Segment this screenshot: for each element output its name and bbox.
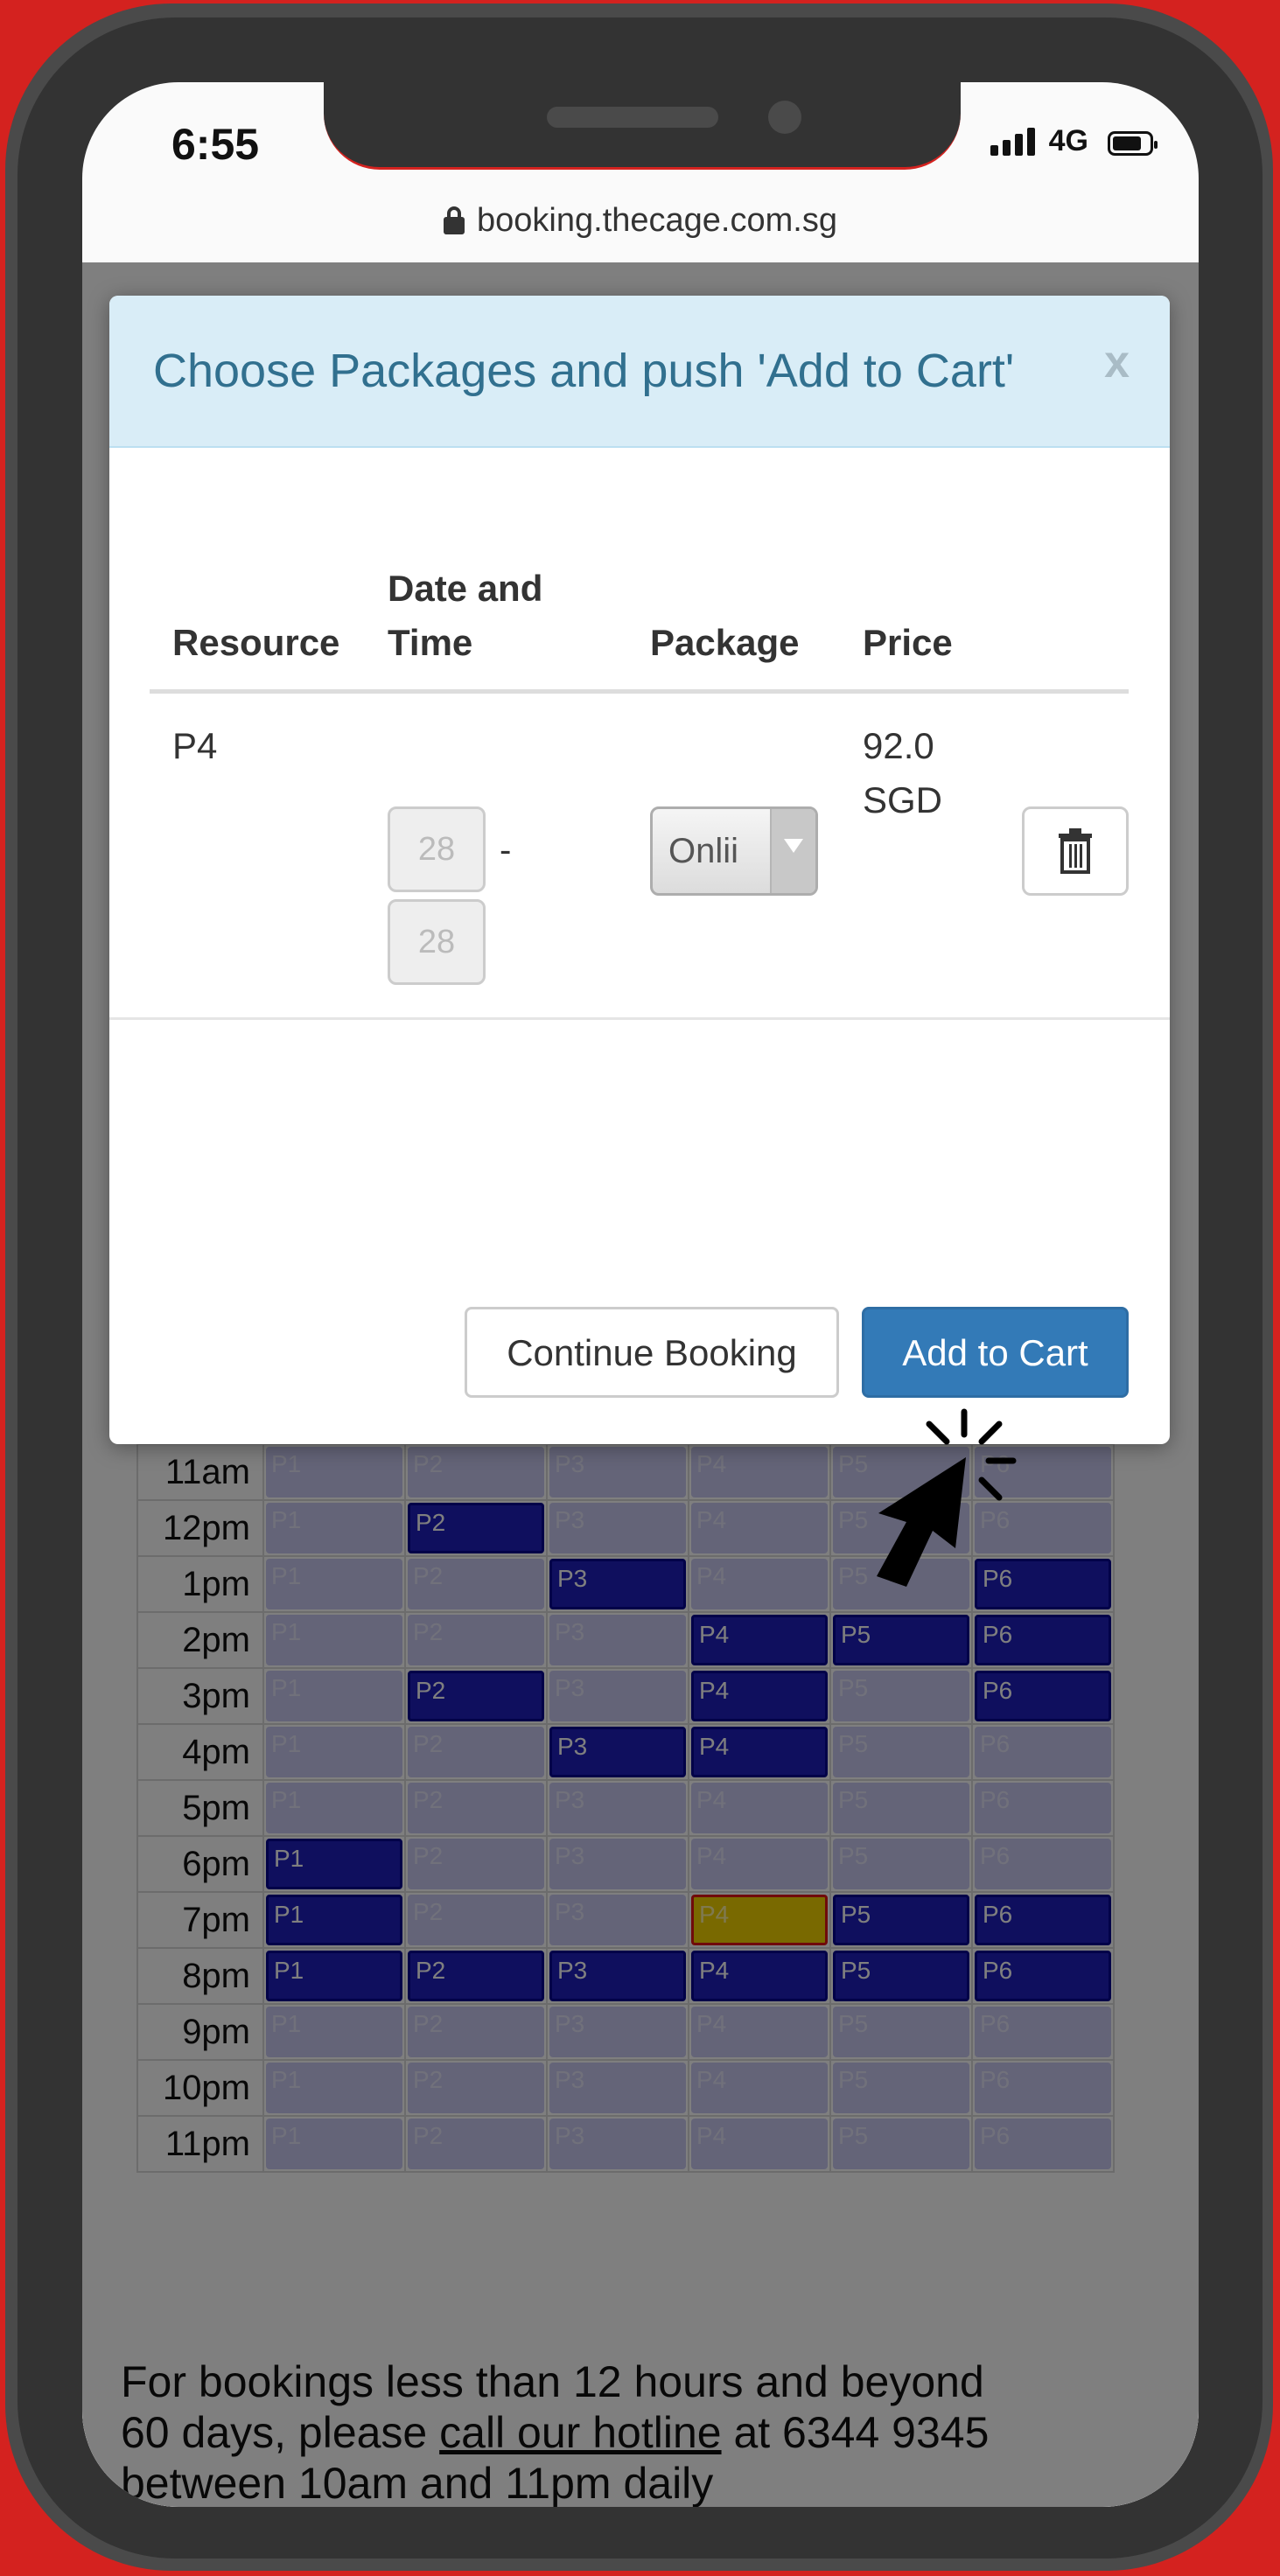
column-date-time: Date and Time [388,562,542,670]
battery-icon [1108,131,1158,156]
pointer-cursor-icon [877,1408,1017,1587]
close-button[interactable]: x [1104,336,1130,388]
modal-body-divider [109,1017,1170,1020]
chevron-down-icon [770,809,815,893]
status-indicators: 4G [990,124,1158,157]
phone-screen: 6:55 4G booking.thecage.com.sg 11amP1P2P… [82,82,1199,2507]
column-date-time-line-1: Date and [388,568,543,609]
start-datetime-input[interactable]: 28 [388,806,486,892]
camera-icon [768,101,801,134]
row-resource: P4 [172,725,218,766]
modal-title: Choose Packages and push 'Add to Cart' [153,345,1015,397]
package-select[interactable]: Onlii [650,806,818,896]
package-modal: Choose Packages and push 'Add to Cart' x… [109,296,1170,1444]
row-price-currency: SGD [863,779,943,820]
network-type: 4G [1048,124,1088,157]
status-time: 6:55 [171,120,260,169]
row-price-value: 92.0 [863,725,934,766]
column-package: Package [650,622,800,663]
signal-icon [990,128,1035,156]
speaker-icon [547,107,718,128]
continue-booking-button[interactable]: Continue Booking [465,1307,839,1398]
column-date-time-line-2: Time [388,622,473,663]
column-resource: Resource [172,622,340,663]
address-bar[interactable]: booking.thecage.com.sg [82,178,1199,262]
table-header-divider [150,689,1129,694]
end-datetime-input[interactable]: 28 [388,899,486,985]
remove-item-button[interactable] [1022,806,1129,896]
modal-header: Choose Packages and push 'Add to Cart' x [109,296,1170,448]
column-price: Price [863,622,953,663]
lock-icon [444,206,465,234]
trash-icon [1059,828,1092,874]
row-price: 92.0 SGD [863,719,942,827]
url-text: booking.thecage.com.sg [477,201,837,239]
date-range-dash: - [500,831,512,869]
phone-notch [324,82,961,170]
package-select-value: Onlii [668,832,739,870]
add-to-cart-button[interactable]: Add to Cart [862,1307,1129,1398]
